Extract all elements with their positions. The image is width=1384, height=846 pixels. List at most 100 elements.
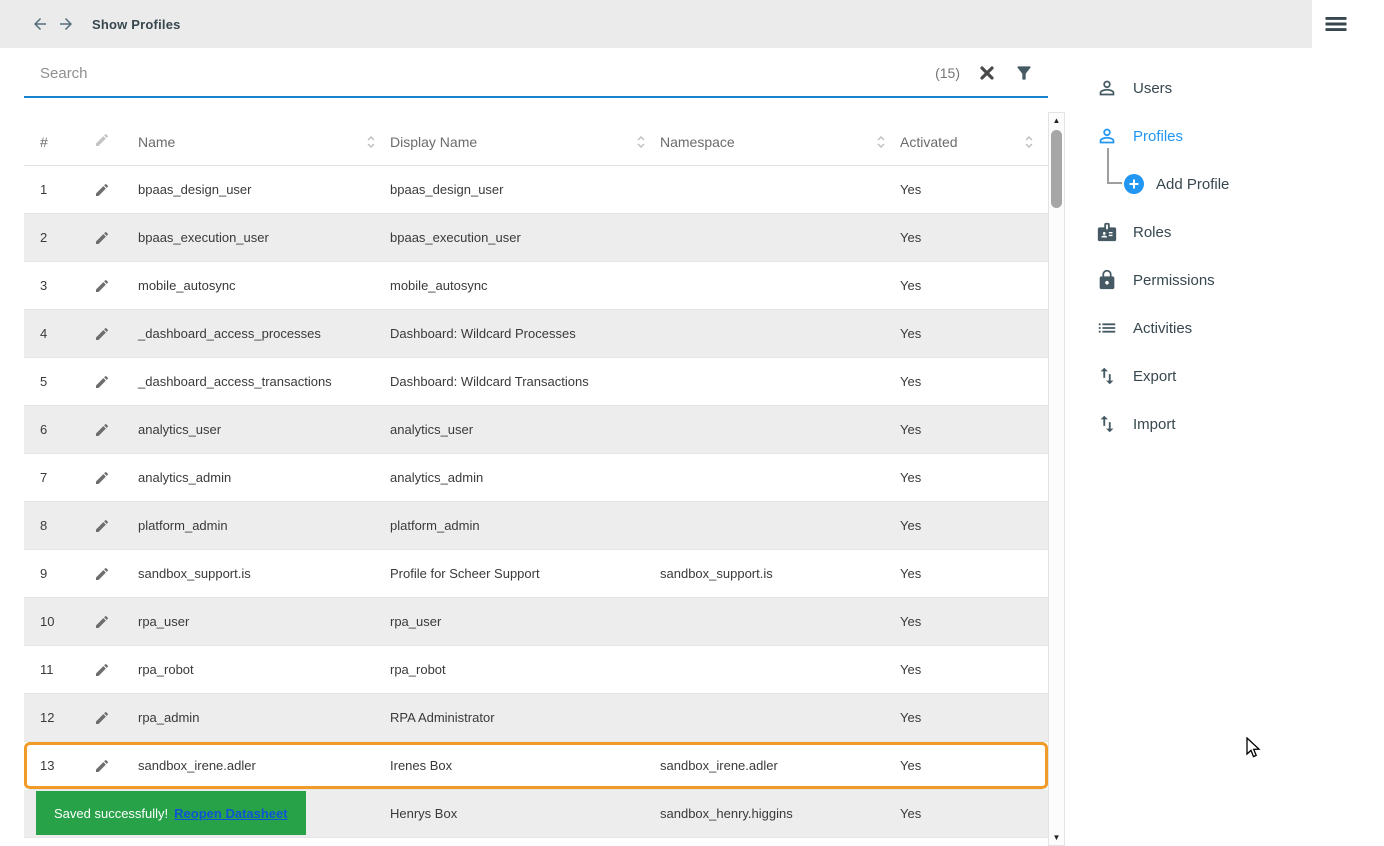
sidebar-item-users[interactable]: Users <box>1096 64 1384 112</box>
sidebar-item-roles[interactable]: Roles <box>1096 208 1384 256</box>
sort-icon[interactable] <box>1024 135 1034 149</box>
row-name: sandbox_support.is <box>138 566 251 581</box>
table-row[interactable]: 3 mobile_autosync mobile_autosync Yes <box>24 262 1048 310</box>
edit-row-button[interactable] <box>94 758 138 774</box>
sidebar-item-label: Add Profile <box>1156 175 1230 193</box>
edit-row-button[interactable] <box>94 662 138 678</box>
column-header-namespace[interactable]: Namespace <box>660 134 900 150</box>
row-activated: Yes <box>900 710 922 725</box>
reopen-datasheet-link[interactable]: Reopen Datasheet <box>174 806 287 821</box>
edit-row-button[interactable] <box>94 566 138 582</box>
column-header-number: # <box>40 133 48 150</box>
row-activated: Yes <box>900 230 922 245</box>
filter-icon[interactable] <box>1014 63 1034 83</box>
sidebar-item-activities[interactable]: Activities <box>1096 304 1384 352</box>
back-arrow-icon[interactable] <box>30 14 50 34</box>
toast-saved-successfully: Saved successfully! Reopen Datasheet <box>36 791 306 835</box>
edit-row-button[interactable] <box>94 326 138 342</box>
row-activated: Yes <box>900 566 922 581</box>
edit-row-button[interactable] <box>94 710 138 726</box>
column-header-activated[interactable]: Activated <box>900 134 1048 150</box>
row-display-name: bpaas_execution_user <box>390 230 521 245</box>
scroll-up-arrow-icon[interactable]: ▲ <box>1049 113 1064 128</box>
table-row[interactable]: 1 bpaas_design_user bpaas_design_user Ye… <box>24 166 1048 214</box>
row-name: mobile_autosync <box>138 278 236 293</box>
sidebar-item-label: Export <box>1133 367 1177 385</box>
sidebar-item-add-profile[interactable]: Add Profile <box>1096 160 1384 208</box>
row-number: 4 <box>40 326 48 341</box>
sidebar-item-export[interactable]: Export <box>1096 352 1384 400</box>
column-header-name[interactable]: Name <box>138 134 390 150</box>
row-activated: Yes <box>900 278 922 293</box>
row-number: 2 <box>40 230 48 245</box>
column-header-label: Name <box>138 133 176 150</box>
row-name: sandbox_irene.adler <box>138 758 256 773</box>
search-input[interactable] <box>40 64 918 82</box>
row-activated: Yes <box>900 326 922 341</box>
import-export-icon <box>1096 365 1118 387</box>
row-number: 10 <box>40 614 55 629</box>
table-row[interactable]: 10 rpa_user rpa_user Yes <box>24 598 1048 646</box>
edit-row-button[interactable] <box>94 182 138 198</box>
row-display-name: rpa_robot <box>390 662 446 677</box>
row-name: rpa_user <box>138 614 190 629</box>
add-circle-icon <box>1124 174 1144 194</box>
sidebar-item-import[interactable]: Import <box>1096 400 1384 448</box>
mouse-cursor <box>1246 737 1261 758</box>
table-row[interactable]: 4 _dashboard_access_processes Dashboard:… <box>24 310 1048 358</box>
top-bar: Show Profiles <box>0 0 1384 48</box>
row-number: 1 <box>40 182 48 197</box>
table-row[interactable]: 7 analytics_admin analytics_admin Yes <box>24 454 1048 502</box>
clear-search-icon[interactable] <box>978 64 996 82</box>
page-title: Show Profiles <box>92 16 181 32</box>
column-header-display-name[interactable]: Display Name <box>390 134 660 150</box>
sidebar-item-profiles[interactable]: Profiles <box>1096 112 1384 160</box>
edit-row-button[interactable] <box>94 374 138 390</box>
sidebar-item-label: Profiles <box>1133 127 1184 145</box>
row-display-name: mobile_autosync <box>390 278 488 293</box>
edit-row-button[interactable] <box>94 518 138 534</box>
sort-icon[interactable] <box>366 135 376 149</box>
search-bar: (15) <box>24 50 1048 98</box>
edit-row-button[interactable] <box>94 614 138 630</box>
profiles-panel: (15) # Name Display Name Namespace Activ… <box>24 48 1048 838</box>
row-display-name: analytics_user <box>390 422 474 437</box>
sidebar-item-label: Permissions <box>1133 271 1215 289</box>
table-row[interactable]: 12 rpa_admin RPA Administrator Yes <box>24 694 1048 742</box>
edit-row-button[interactable] <box>94 278 138 294</box>
table-header: # Name Display Name Namespace Activated <box>24 118 1048 166</box>
edit-row-button[interactable] <box>94 470 138 486</box>
forward-arrow-icon[interactable] <box>56 14 76 34</box>
table-row[interactable]: 5 _dashboard_access_transactions Dashboa… <box>24 358 1048 406</box>
row-name: platform_admin <box>138 518 228 533</box>
edit-row-button[interactable] <box>94 422 138 438</box>
row-display-name: platform_admin <box>390 518 480 533</box>
table-row[interactable]: 2 bpaas_execution_user bpaas_execution_u… <box>24 214 1048 262</box>
row-name: bpaas_design_user <box>138 182 252 197</box>
hamburger-menu-button[interactable] <box>1312 0 1360 48</box>
sidebar-item-permissions[interactable]: Permissions <box>1096 256 1384 304</box>
column-header-label: Activated <box>900 133 958 150</box>
row-display-name: Henrys Box <box>390 806 458 821</box>
row-name: analytics_admin <box>138 470 232 485</box>
sort-icon[interactable] <box>636 135 646 149</box>
table-scrollbar[interactable]: ▲ ▼ <box>1048 112 1065 846</box>
scrollbar-thumb[interactable] <box>1051 130 1062 208</box>
table-row[interactable]: 8 platform_admin platform_admin Yes <box>24 502 1048 550</box>
admin-sidebar: Users Profiles Add Profile Roles Permiss… <box>1096 64 1384 448</box>
row-name: analytics_user <box>138 422 222 437</box>
row-display-name: RPA Administrator <box>390 710 495 725</box>
row-display-name: bpaas_design_user <box>390 182 504 197</box>
sort-icon[interactable] <box>876 135 886 149</box>
row-name: _dashboard_access_transactions <box>138 374 332 389</box>
scroll-down-arrow-icon[interactable]: ▼ <box>1049 830 1064 845</box>
edit-row-button[interactable] <box>94 230 138 246</box>
row-activated: Yes <box>900 662 922 677</box>
table-row[interactable]: 11 rpa_robot rpa_robot Yes <box>24 646 1048 694</box>
row-name: rpa_robot <box>138 662 194 677</box>
row-number: 7 <box>40 470 48 485</box>
table-row[interactable]: 9 sandbox_support.is Profile for Scheer … <box>24 550 1048 598</box>
table-row[interactable]: 13 sandbox_irene.adler Irenes Box sandbo… <box>24 742 1048 790</box>
sidebar-item-label: Users <box>1133 79 1173 97</box>
table-row[interactable]: 6 analytics_user analytics_user Yes <box>24 406 1048 454</box>
